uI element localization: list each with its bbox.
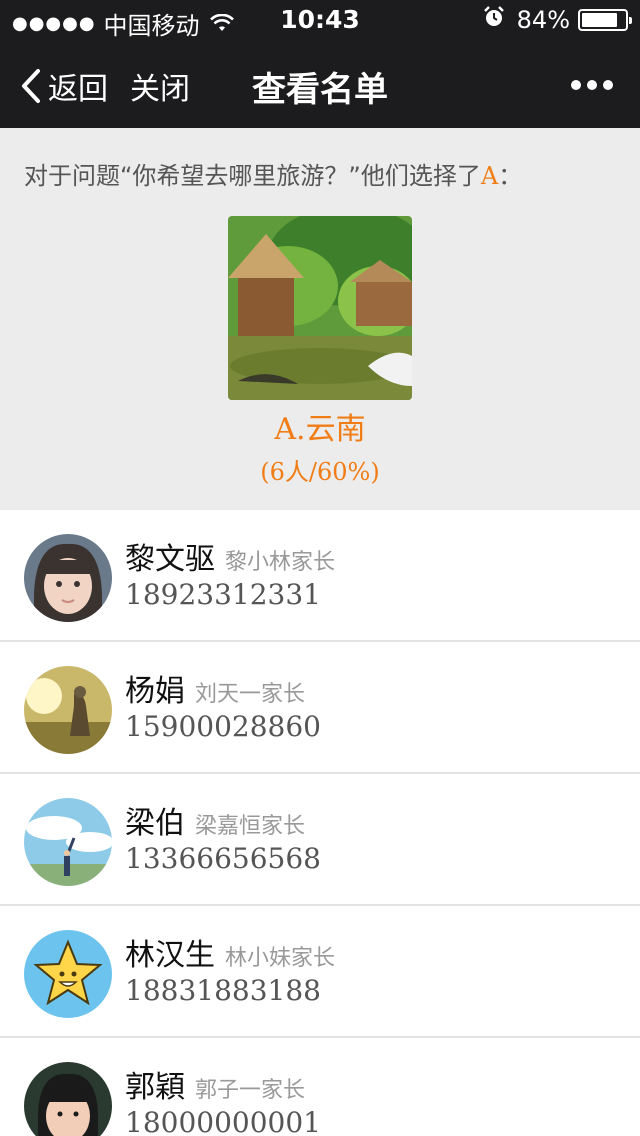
contact-name-row: 黎文驱 黎小林家长 [125,534,335,578]
list-item[interactable]: 郭穎 郭子一家长 18000000001 [0,1038,640,1136]
contact-name: 郭穎 [125,1070,185,1105]
question-suffix: ： [498,162,523,190]
contact-phone[interactable]: 18923312331 [125,578,321,611]
contact-relation: 郭子一家长 [195,1078,306,1103]
contact-name: 林汉生 [125,938,215,973]
avatar [24,666,112,754]
avatar [24,930,112,1018]
contact-phone[interactable]: 18831883188 [125,974,321,1007]
status-bar: ●●●●● 中国移动 10:43 84% [0,0,640,40]
list-item[interactable]: 杨娟 刘天一家长 15900028860 [0,642,640,774]
more-icon [571,80,613,90]
battery-percent: 84% [516,6,570,34]
more-button[interactable] [570,76,614,95]
option-label: A.云南 [274,412,366,447]
question-prefix: 对于问题“你希望去哪里旅游？”他们选择了 [24,162,481,190]
nav-bar: 返回 关闭 查看名单 [0,40,640,128]
option-stat: (6人/60%) [260,458,380,486]
question-text: 对于问题“你希望去哪里旅游？”他们选择了A： [24,156,522,191]
question-summary: 对于问题“你希望去哪里旅游？”他们选择了A： A.云南 (6人/60%) [0,128,640,510]
contact-relation: 黎小林家长 [225,550,336,575]
contact-name-row: 林汉生 林小妹家长 [125,930,335,974]
contact-relation: 梁嘉恒家长 [195,814,306,839]
contact-phone[interactable]: 13366656568 [125,842,321,875]
avatar [24,534,112,622]
page-title: 查看名单 [252,70,388,110]
status-right: 84% [483,6,632,34]
contact-relation: 刘天一家长 [195,682,306,707]
contact-relation: 林小妹家长 [225,946,336,971]
avatar [24,1062,112,1136]
option-image[interactable] [228,216,412,400]
list-item[interactable]: 梁伯 梁嘉恒家长 13366656568 [0,774,640,906]
contact-name-row: 杨娟 刘天一家长 [125,666,305,710]
avatar [24,798,112,886]
contact-phone[interactable]: 18000000001 [125,1106,321,1136]
contact-name: 杨娟 [125,674,185,709]
list-item[interactable]: 黎文驱 黎小林家长 18923312331 [0,510,640,642]
contact-name-row: 梁伯 梁嘉恒家长 [125,798,305,842]
contact-name: 黎文驱 [125,542,215,577]
alarm-icon [483,6,505,34]
contact-name: 梁伯 [125,806,185,841]
option-letter: A [480,162,499,190]
contact-name-row: 郭穎 郭子一家长 [125,1062,305,1106]
respondent-list: 黎文驱 黎小林家长 18923312331 杨娟 刘天一家长 15900028860 [0,510,640,1136]
list-item[interactable]: 林汉生 林小妹家长 18831883188 [0,906,640,1038]
contact-phone[interactable]: 15900028860 [125,710,321,743]
battery-icon [578,9,632,31]
